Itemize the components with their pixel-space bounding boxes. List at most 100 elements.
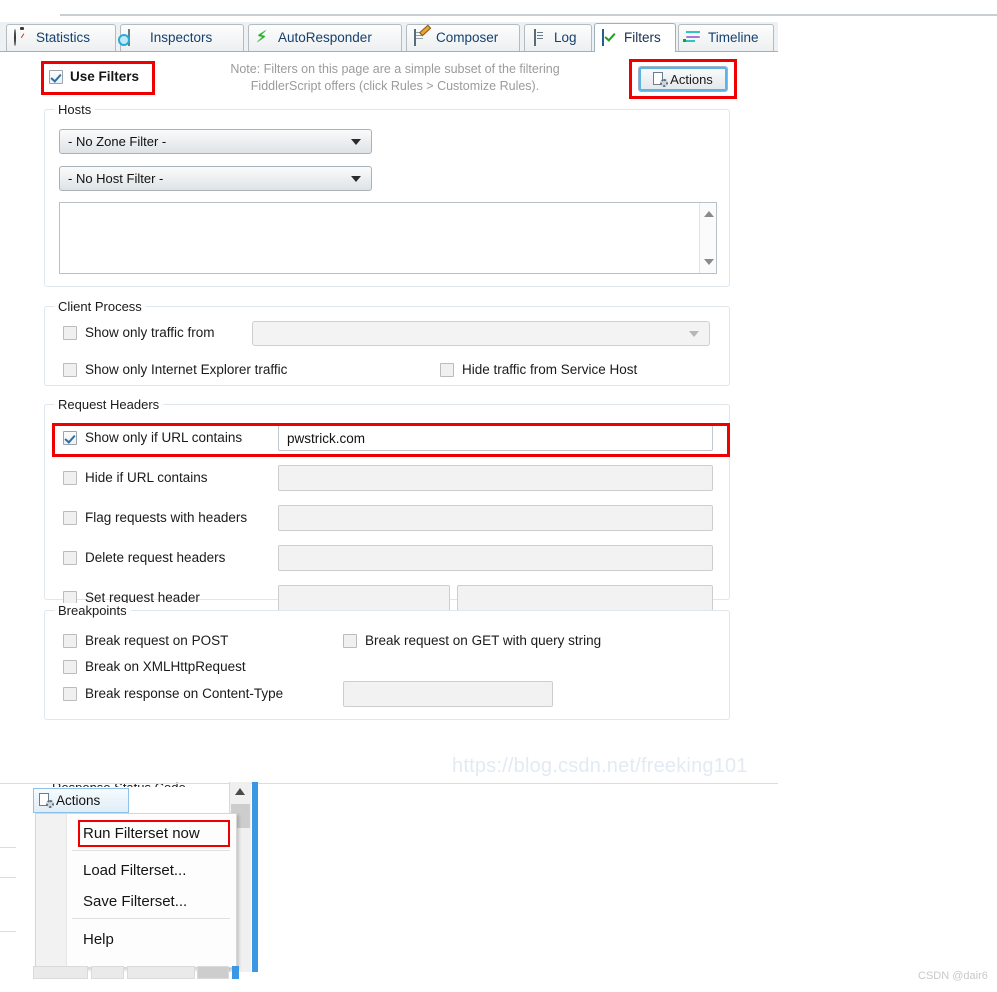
- zone-filter-dropdown[interactable]: - No Zone Filter -: [59, 129, 372, 154]
- menu-item-label: Help: [83, 930, 114, 948]
- host-filter-dropdown[interactable]: - No Host Filter -: [59, 166, 372, 191]
- hosts-group: Hosts - No Zone Filter - - No Host Filte…: [44, 102, 730, 287]
- delete-request-headers-label: Delete request headers: [85, 550, 226, 565]
- gear-page-icon: [653, 71, 669, 87]
- tab-autoresponder[interactable]: ⚡ AutoResponder: [248, 24, 402, 51]
- delete-request-headers-input[interactable]: [278, 545, 713, 571]
- bottom-bar-segment: [91, 966, 124, 979]
- show-only-if-url-contains-highlight: [52, 423, 730, 457]
- tab-strip: Statistics Inspectors ⚡ AutoResponder Co…: [0, 22, 778, 52]
- break-request-on-post-label: Break request on POST: [85, 633, 229, 648]
- break-on-xhr-checkbox[interactable]: [63, 659, 77, 674]
- compose-pencil-icon: [414, 29, 430, 46]
- show-only-traffic-from-row[interactable]: Show only traffic from: [63, 325, 215, 340]
- scroll-down-arrow-icon[interactable]: [704, 259, 714, 265]
- tab-statistics[interactable]: Statistics: [6, 24, 116, 51]
- show-only-traffic-from-label: Show only traffic from: [85, 325, 215, 340]
- break-response-on-content-type-input[interactable]: [343, 681, 553, 707]
- client-process-combo[interactable]: [252, 321, 710, 346]
- delete-request-headers-checkbox[interactable]: [63, 550, 77, 565]
- tab-composer[interactable]: Composer: [406, 24, 520, 51]
- chevron-down-icon: [689, 331, 699, 337]
- menu-item-label: Load Filterset...: [83, 861, 187, 879]
- signature-text: CSDN @dair6: [918, 970, 988, 982]
- tab-log[interactable]: Log: [524, 24, 592, 51]
- bottom-bar-accent: [232, 966, 239, 979]
- breakpoints-group-label: Breakpoints: [54, 603, 131, 618]
- menu-item-load-filterset[interactable]: Load Filterset...: [66, 855, 236, 885]
- actions-menu-button-label: Actions: [56, 793, 101, 808]
- run-filterset-now-highlight: [78, 820, 230, 847]
- scroll-up-arrow-icon[interactable]: [704, 211, 714, 217]
- flag-requests-with-headers-row[interactable]: Flag requests with headers: [63, 510, 247, 525]
- menu-icon-gutter: [36, 814, 67, 967]
- show-only-traffic-from-checkbox[interactable]: [63, 325, 77, 340]
- break-response-on-content-type-checkbox[interactable]: [63, 686, 77, 701]
- filters-note-line2: FiddlerScript offers (click Rules > Cust…: [250, 79, 540, 93]
- scroll-up-arrow-icon[interactable]: [235, 788, 245, 795]
- actions-menu-button[interactable]: Actions: [33, 788, 129, 813]
- show-only-ie-traffic-label: Show only Internet Explorer traffic: [85, 362, 288, 377]
- use-filters-checkbox-row[interactable]: Use Filters: [49, 69, 139, 84]
- show-only-ie-traffic-checkbox[interactable]: [63, 362, 77, 377]
- tab-label: Statistics: [36, 30, 91, 46]
- set-request-header-name-input[interactable]: [278, 585, 450, 611]
- show-only-ie-traffic-row[interactable]: Show only Internet Explorer traffic: [63, 362, 287, 377]
- menu-item-help[interactable]: Help: [66, 924, 236, 954]
- tab-inspectors[interactable]: Inspectors: [120, 24, 244, 51]
- host-list-scrollbar[interactable]: [699, 203, 716, 273]
- flag-requests-with-headers-input[interactable]: [278, 505, 713, 531]
- tab-filters[interactable]: Filters: [594, 23, 676, 52]
- watermark-text: https://blog.csdn.net/freeking101: [452, 755, 748, 777]
- break-request-on-get-checkbox[interactable]: [343, 633, 357, 648]
- filters-panel: Use Filters Note: Filters on this page a…: [0, 52, 778, 787]
- background-bottom-bar: [33, 966, 239, 980]
- break-request-on-get-row[interactable]: Break request on GET with query string: [343, 633, 601, 648]
- tab-label: Composer: [436, 30, 499, 46]
- tab-label: Inspectors: [150, 30, 213, 46]
- host-list-textarea[interactable]: [59, 202, 717, 274]
- hide-service-host-checkbox[interactable]: [440, 362, 454, 377]
- selection-strip: [252, 782, 258, 972]
- zone-filter-value: - No Zone Filter -: [68, 134, 167, 149]
- client-process-group: Client Process Show only traffic from Sh…: [44, 299, 730, 386]
- inspectors-icon: [128, 29, 144, 46]
- hide-if-url-contains-row[interactable]: Hide if URL contains: [63, 470, 208, 485]
- tab-label: Timeline: [708, 30, 759, 46]
- filters-note: Note: Filters on this page are a simple …: [180, 61, 610, 95]
- request-headers-group-label: Request Headers: [54, 397, 164, 412]
- hosts-group-label: Hosts: [54, 102, 96, 117]
- menu-item-label: Save Filterset...: [83, 892, 188, 910]
- actions-button[interactable]: Actions: [638, 66, 728, 92]
- break-request-on-post-row[interactable]: Break request on POST: [63, 633, 228, 648]
- chevron-down-icon: [351, 139, 361, 145]
- filters-note-line1: Note: Filters on this page are a simple …: [230, 62, 560, 76]
- breakpoints-group: Breakpoints Break request on POST Break …: [44, 603, 730, 720]
- bottom-bar-segment: [197, 966, 229, 979]
- background-stub-line-2: [0, 877, 16, 878]
- use-filters-label: Use Filters: [70, 69, 140, 84]
- tab-label: AutoResponder: [278, 30, 372, 46]
- gear-page-icon: [39, 793, 54, 808]
- menu-item-save-filterset[interactable]: Save Filterset...: [66, 886, 236, 916]
- background-stub-line-3: [0, 931, 16, 932]
- set-request-header-value-input[interactable]: [457, 585, 713, 611]
- break-on-xhr-label: Break on XMLHttpRequest: [85, 659, 246, 674]
- break-on-xhr-row[interactable]: Break on XMLHttpRequest: [63, 659, 246, 674]
- chevron-down-icon: [351, 176, 361, 182]
- menu-separator: [72, 918, 230, 919]
- break-response-on-content-type-row[interactable]: Break response on Content-Type: [63, 686, 283, 701]
- tab-timeline[interactable]: Timeline: [678, 24, 774, 51]
- hide-service-host-row[interactable]: Hide traffic from Service Host: [440, 362, 637, 377]
- use-filters-checkbox[interactable]: [49, 69, 63, 84]
- delete-request-headers-row[interactable]: Delete request headers: [63, 550, 225, 565]
- lightning-icon: ⚡: [256, 29, 268, 46]
- hide-if-url-contains-input[interactable]: [278, 465, 713, 491]
- bottom-bar-segment: [33, 966, 88, 979]
- flag-requests-with-headers-label: Flag requests with headers: [85, 510, 248, 525]
- break-request-on-post-checkbox[interactable]: [63, 633, 77, 648]
- hide-if-url-contains-checkbox[interactable]: [63, 470, 77, 485]
- flag-requests-with-headers-checkbox[interactable]: [63, 510, 77, 525]
- actions-menu-popup: Actions Run Filterset now Load Filterset…: [33, 782, 258, 974]
- hide-if-url-contains-label: Hide if URL contains: [85, 470, 208, 485]
